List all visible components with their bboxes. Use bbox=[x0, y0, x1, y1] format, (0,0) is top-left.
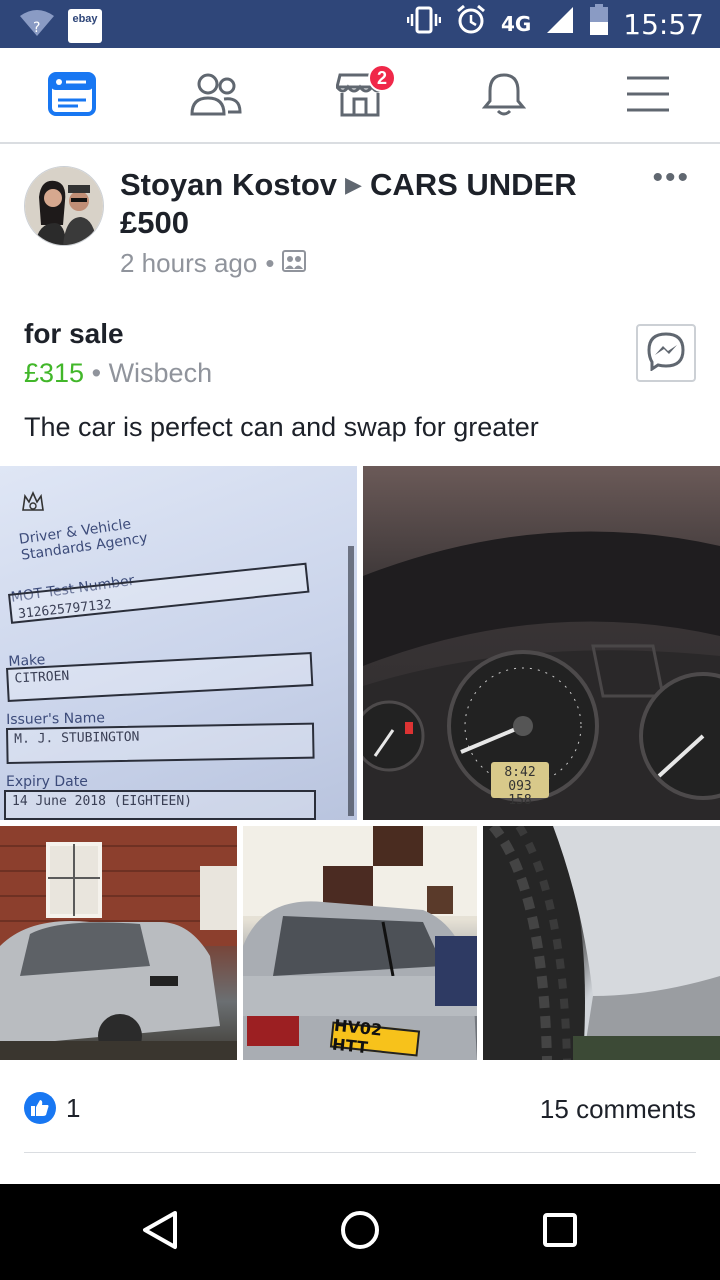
expiry-label: Expiry Date bbox=[6, 774, 88, 790]
tab-news-feed[interactable] bbox=[42, 66, 102, 126]
more-options-button[interactable]: ••• bbox=[652, 163, 690, 193]
odometer-miles: 093 158 bbox=[508, 779, 532, 808]
wifi-icon: ? bbox=[18, 8, 56, 43]
ebay-notification-icon: ebay bbox=[68, 8, 102, 43]
system-nav-bar bbox=[0, 1184, 720, 1280]
home-button[interactable] bbox=[340, 1210, 380, 1255]
network-type: 4G bbox=[500, 12, 532, 36]
status-bar: ? ebay 4G 15:57 bbox=[0, 0, 720, 48]
feed-post: Stoyan Kostov ▶ CARS UNDER £500 ••• 2 hour… bbox=[0, 146, 720, 1184]
license-plate: HV02 HTT bbox=[329, 1016, 421, 1057]
tab-menu[interactable] bbox=[618, 66, 678, 126]
post-divider bbox=[24, 1152, 696, 1153]
share-arrow-icon: ▶ bbox=[345, 172, 362, 197]
doc-edge bbox=[348, 546, 354, 816]
separator-dot: • bbox=[91, 358, 109, 388]
post-meta: 2 hours ago • bbox=[120, 248, 307, 279]
comments-count[interactable]: 15 comments bbox=[540, 1094, 696, 1125]
message-seller-button[interactable] bbox=[636, 324, 696, 382]
group-audience-icon bbox=[282, 248, 307, 279]
news-feed-icon bbox=[48, 71, 96, 121]
alarm-icon bbox=[455, 4, 487, 44]
post-header: Stoyan Kostov ▶ CARS UNDER £500 bbox=[120, 166, 620, 242]
photo-car-tyre[interactable] bbox=[483, 826, 720, 1060]
issuer-value: M. J. STUBINGTON bbox=[6, 722, 315, 764]
reactions-summary[interactable]: 1 bbox=[24, 1092, 80, 1124]
author-name[interactable]: Stoyan Kostov bbox=[120, 167, 337, 202]
svg-text:?: ? bbox=[33, 20, 40, 36]
odometer-time: 8:42 bbox=[504, 765, 536, 780]
messenger-icon bbox=[646, 331, 686, 376]
make-value: CITROEN bbox=[6, 651, 314, 702]
separator-dot: • bbox=[265, 248, 275, 278]
photo-dashboard[interactable]: 8:42 093 158 bbox=[363, 466, 720, 820]
listing-location: Wisbech bbox=[108, 358, 213, 388]
doc-header: Driver & Vehicle Standards Agency bbox=[18, 516, 149, 564]
car-front-scene bbox=[0, 826, 237, 1060]
mot-value: 312625797132 bbox=[8, 562, 310, 624]
author-avatar[interactable] bbox=[24, 166, 104, 246]
expiry-value: 14 June 2018 (EIGHTEEN) bbox=[4, 790, 316, 820]
back-button[interactable] bbox=[140, 1210, 180, 1255]
post-timestamp[interactable]: 2 hours ago bbox=[120, 248, 257, 279]
tyre-scene bbox=[483, 826, 720, 1060]
recents-button[interactable] bbox=[540, 1212, 580, 1252]
signal-icon bbox=[545, 5, 575, 43]
photo-car-front[interactable] bbox=[0, 826, 237, 1060]
friends-icon bbox=[190, 72, 242, 121]
listing-price-location: £315 • Wisbech bbox=[24, 358, 212, 389]
battery-icon bbox=[589, 4, 609, 44]
hamburger-icon bbox=[625, 74, 671, 119]
top-nav-bar: 2 bbox=[0, 48, 720, 144]
bell-icon bbox=[481, 71, 527, 122]
tab-marketplace[interactable]: 2 bbox=[330, 64, 396, 126]
recents-square-icon bbox=[542, 1212, 578, 1253]
tab-notifications[interactable] bbox=[474, 66, 534, 126]
odometer: 8:42 093 158 bbox=[495, 766, 545, 808]
listing-title: for sale bbox=[24, 318, 124, 349]
like-reaction-icon bbox=[24, 1092, 56, 1124]
vibrate-icon bbox=[406, 5, 442, 43]
tab-friends[interactable] bbox=[186, 66, 246, 126]
listing-price: £315 bbox=[24, 358, 85, 388]
crown-crest-icon bbox=[20, 490, 46, 519]
back-triangle-icon bbox=[141, 1210, 179, 1255]
marketplace-badge: 2 bbox=[368, 64, 396, 92]
issuer-label: Issuer's Name bbox=[6, 710, 106, 728]
clock: 15:57 bbox=[623, 7, 704, 41]
photo-car-rear[interactable]: HV02 HTT bbox=[243, 826, 477, 1060]
photo-mot-certificate[interactable]: Driver & Vehicle Standards Agency MOT Te… bbox=[0, 466, 357, 820]
post-text: The car is perfect can and swap for grea… bbox=[24, 412, 539, 442]
likes-count: 1 bbox=[66, 1092, 81, 1123]
home-circle-icon bbox=[340, 1210, 380, 1255]
